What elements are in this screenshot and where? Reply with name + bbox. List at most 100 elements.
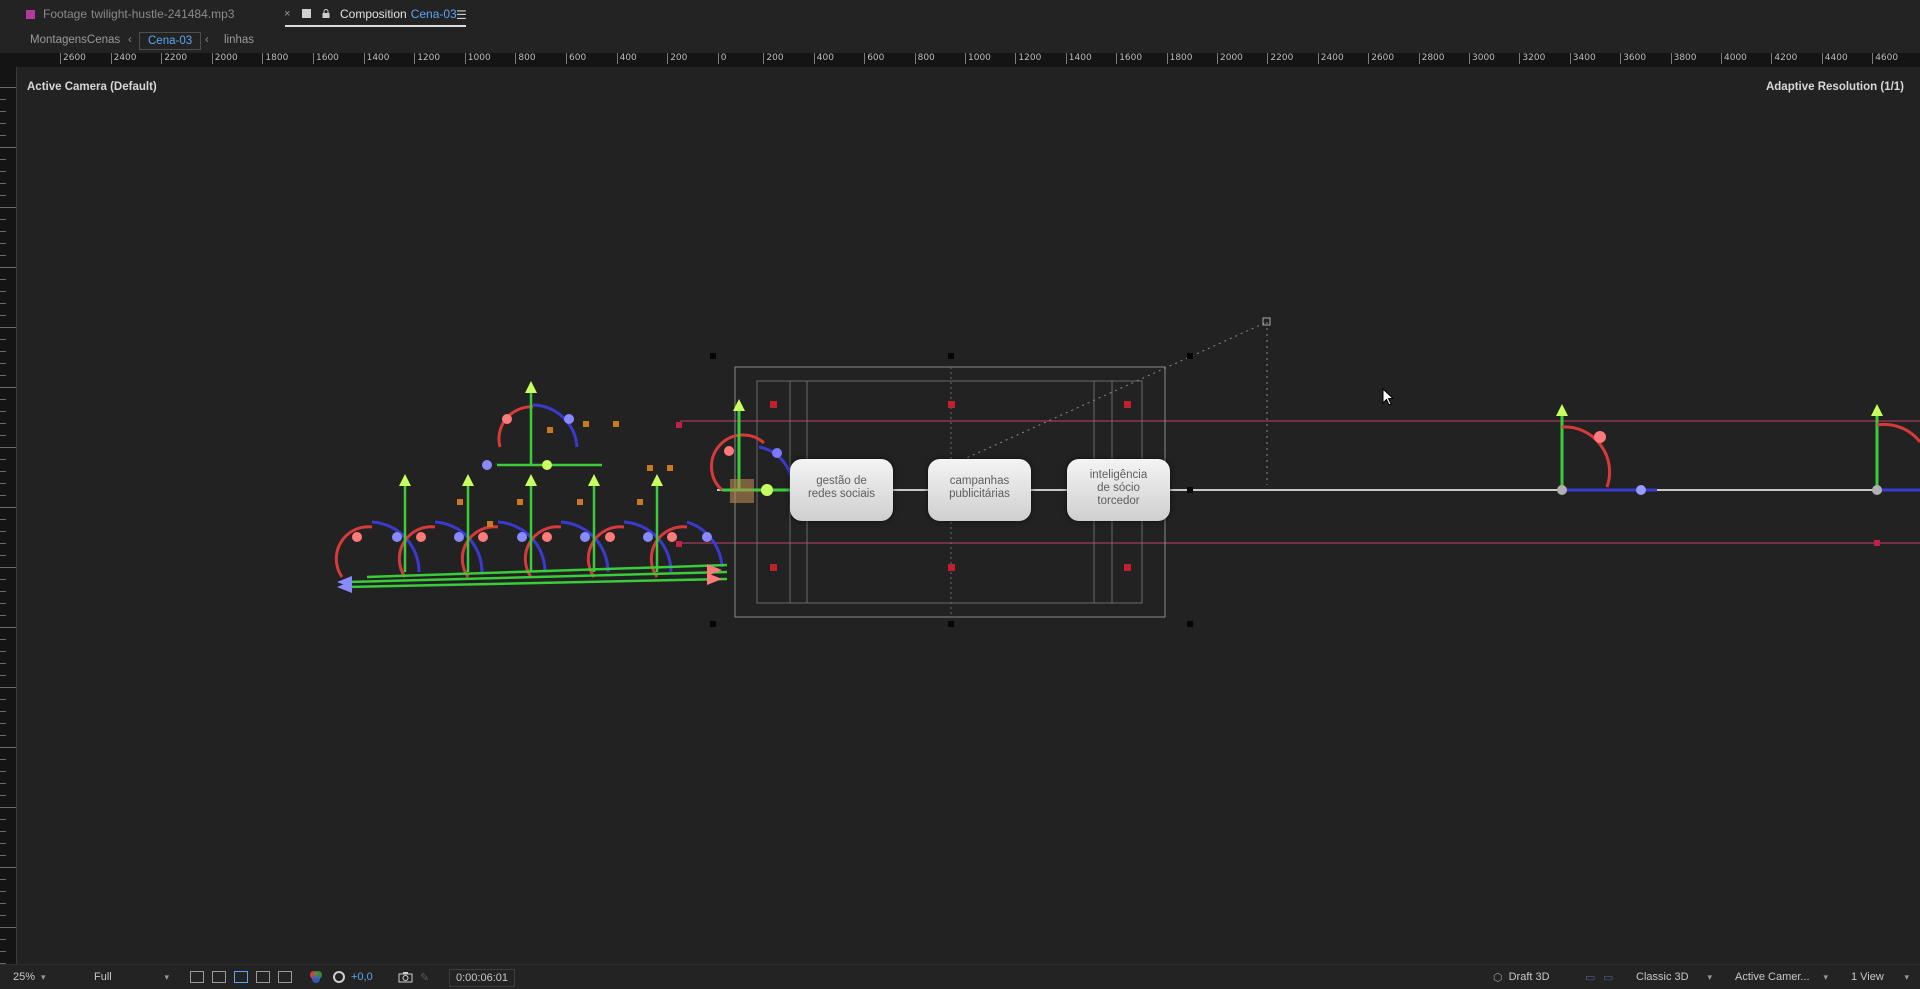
ruler-tick-label: 2400 bbox=[110, 53, 137, 64]
chevron-down-icon: ▾ bbox=[41, 971, 46, 982]
ruler-tick bbox=[0, 303, 6, 305]
hamburger-icon[interactable]: ☰ bbox=[456, 8, 467, 22]
ruler-tick bbox=[0, 939, 6, 941]
ruler-tick bbox=[0, 891, 6, 893]
ruler-tick bbox=[0, 123, 6, 125]
ruler-tick bbox=[0, 267, 16, 269]
ruler-tick-label: 1400 bbox=[1065, 53, 1092, 64]
ruler-tick bbox=[0, 279, 6, 281]
ruler-tick bbox=[0, 195, 6, 197]
color-management-icon[interactable] bbox=[332, 969, 346, 985]
ruler-tick bbox=[0, 411, 6, 413]
3d-ground-plane-icon[interactable]: ▭ bbox=[1585, 969, 1595, 985]
ruler-tick bbox=[0, 723, 6, 725]
breadcrumb-item-montagenscenas[interactable]: MontagensCenas bbox=[30, 30, 120, 50]
renderer-dropdown[interactable]: Classic 3D ▾ bbox=[1636, 969, 1712, 985]
ruler-tick bbox=[0, 567, 16, 569]
ruler-tick bbox=[0, 831, 6, 833]
layer-card-line: de sócio bbox=[1097, 482, 1140, 494]
layer-card-socio-torcedor[interactable]: inteligência de sócio torcedor bbox=[1067, 459, 1170, 521]
ruler-tick bbox=[0, 711, 6, 713]
layer-card-line: gestão de bbox=[816, 475, 867, 487]
layer-card-redes-sociais[interactable]: gestão de redes sociais bbox=[790, 459, 893, 521]
horizontal-ruler[interactable]: 2600 2400 2200 2000 1800 1600 1400 1200 1000 800 6… bbox=[0, 53, 1920, 68]
extended-viewer-icon[interactable]: ▭ bbox=[1603, 969, 1613, 985]
ruler-tick bbox=[0, 675, 6, 677]
ruler-tick bbox=[0, 759, 6, 761]
draft-3d-toggle[interactable]: ⬡ Draft 3D bbox=[1493, 969, 1550, 985]
ruler-tick bbox=[0, 903, 6, 905]
views-dropdown[interactable]: 1 View ▾ bbox=[1851, 969, 1909, 985]
ruler-tick bbox=[0, 867, 16, 869]
show-snapshot-icon[interactable]: ✎ bbox=[420, 969, 429, 985]
resolution-dropdown[interactable]: Full ▾ bbox=[94, 969, 169, 985]
ruler-tick bbox=[0, 147, 16, 149]
color-channels-icon[interactable] bbox=[309, 969, 323, 985]
ruler-tick-label: 3600 bbox=[1620, 53, 1646, 64]
ruler-tick-label: 4000 bbox=[1721, 53, 1747, 64]
ruler-tick bbox=[0, 915, 6, 917]
active-tab-indicator bbox=[285, 25, 466, 27]
timecode-field[interactable]: 0:00:06:01 bbox=[449, 969, 515, 987]
ruler-tick-label: 0 bbox=[717, 53, 727, 64]
ruler-tick-label: 1000 bbox=[464, 53, 491, 64]
ruler-tick bbox=[0, 855, 6, 857]
tab-footage-type: Footage bbox=[43, 7, 88, 21]
layer-card-campanhas[interactable]: campanhas publicitárias bbox=[928, 459, 1031, 521]
ruler-tick bbox=[0, 399, 6, 401]
tab-composition-name: Cena-03 bbox=[410, 7, 457, 21]
region-of-interest-icon[interactable] bbox=[234, 969, 248, 985]
ruler-tick bbox=[0, 339, 6, 341]
tab-composition[interactable]: Composition Cena-03 bbox=[340, 0, 457, 28]
lock-icon[interactable] bbox=[322, 8, 330, 18]
ruler-tick bbox=[0, 459, 6, 461]
composition-viewer[interactable]: Active Camera (Default) Adaptive Resolut… bbox=[17, 67, 1920, 964]
zoom-dropdown[interactable]: 25% ▾ bbox=[13, 969, 46, 985]
fast-previews-icon[interactable] bbox=[190, 969, 204, 985]
layer-card-line: publicitárias bbox=[949, 488, 1010, 500]
ruler-tick-label: 1800 bbox=[1166, 53, 1193, 64]
ruler-tick bbox=[0, 663, 6, 665]
chevron-down-icon: ▾ bbox=[1904, 971, 1909, 982]
mouse-cursor-icon bbox=[1382, 388, 1395, 406]
ruler-tick bbox=[0, 183, 6, 185]
snapshot-icon[interactable] bbox=[398, 969, 413, 985]
ruler-tick-label: 1200 bbox=[414, 53, 440, 64]
ruler-tick bbox=[0, 771, 6, 773]
ruler-tick-label: 800 bbox=[515, 53, 536, 64]
composition-viewer-lock-icon[interactable] bbox=[302, 9, 311, 18]
grid-guides-icon[interactable] bbox=[278, 969, 292, 985]
ruler-tick bbox=[0, 255, 6, 257]
resolution-value: Full bbox=[94, 971, 112, 983]
breadcrumb-item-linhas[interactable]: linhas bbox=[224, 30, 254, 50]
vertical-ruler[interactable] bbox=[0, 67, 17, 964]
chevron-down-icon: ▾ bbox=[1823, 971, 1828, 982]
renderer-value: Classic 3D bbox=[1636, 971, 1689, 983]
ruler-tick bbox=[0, 819, 6, 821]
ruler-tick bbox=[0, 783, 6, 785]
panel-tab-bar: Footage twilight-hustle-241484.mp3 × Com… bbox=[0, 0, 1920, 28]
ruler-tick-label: 2600 bbox=[1368, 53, 1394, 64]
layer-card-line: campanhas bbox=[949, 475, 1010, 487]
ruler-tick bbox=[0, 507, 16, 509]
ruler-tick bbox=[0, 531, 6, 533]
ruler-tick bbox=[0, 375, 6, 377]
ruler-tick bbox=[0, 87, 16, 89]
ruler-tick-label: 1400 bbox=[363, 53, 390, 64]
chevron-left-icon: ‹ bbox=[205, 34, 209, 46]
breadcrumb-item-cena-03[interactable]: Cena-03 bbox=[139, 32, 202, 50]
ruler-tick bbox=[0, 471, 6, 473]
ruler-tick bbox=[0, 639, 6, 641]
ruler-tick-label: 2200 bbox=[161, 53, 187, 64]
tab-footage[interactable]: Footage twilight-hustle-241484.mp3 bbox=[26, 0, 234, 28]
ruler-tick-label: 3000 bbox=[1469, 53, 1495, 64]
exposure-value[interactable]: +0,0 bbox=[351, 969, 373, 985]
viewer-bottom-toolbar: 25% ▾ Full ▾ +0,0 ✎ 0:00:06:01 ⬡ Draft 3D … bbox=[0, 964, 1920, 989]
ruler-tick-label: 3400 bbox=[1569, 53, 1596, 64]
close-tab-icon[interactable]: × bbox=[284, 8, 290, 20]
ruler-tick bbox=[0, 243, 6, 245]
transparency-grid-icon[interactable] bbox=[212, 969, 226, 985]
ruler-tick bbox=[0, 327, 16, 329]
mask-visibility-icon[interactable] bbox=[256, 969, 270, 985]
camera-dropdown[interactable]: Active Camer... ▾ bbox=[1735, 969, 1828, 985]
